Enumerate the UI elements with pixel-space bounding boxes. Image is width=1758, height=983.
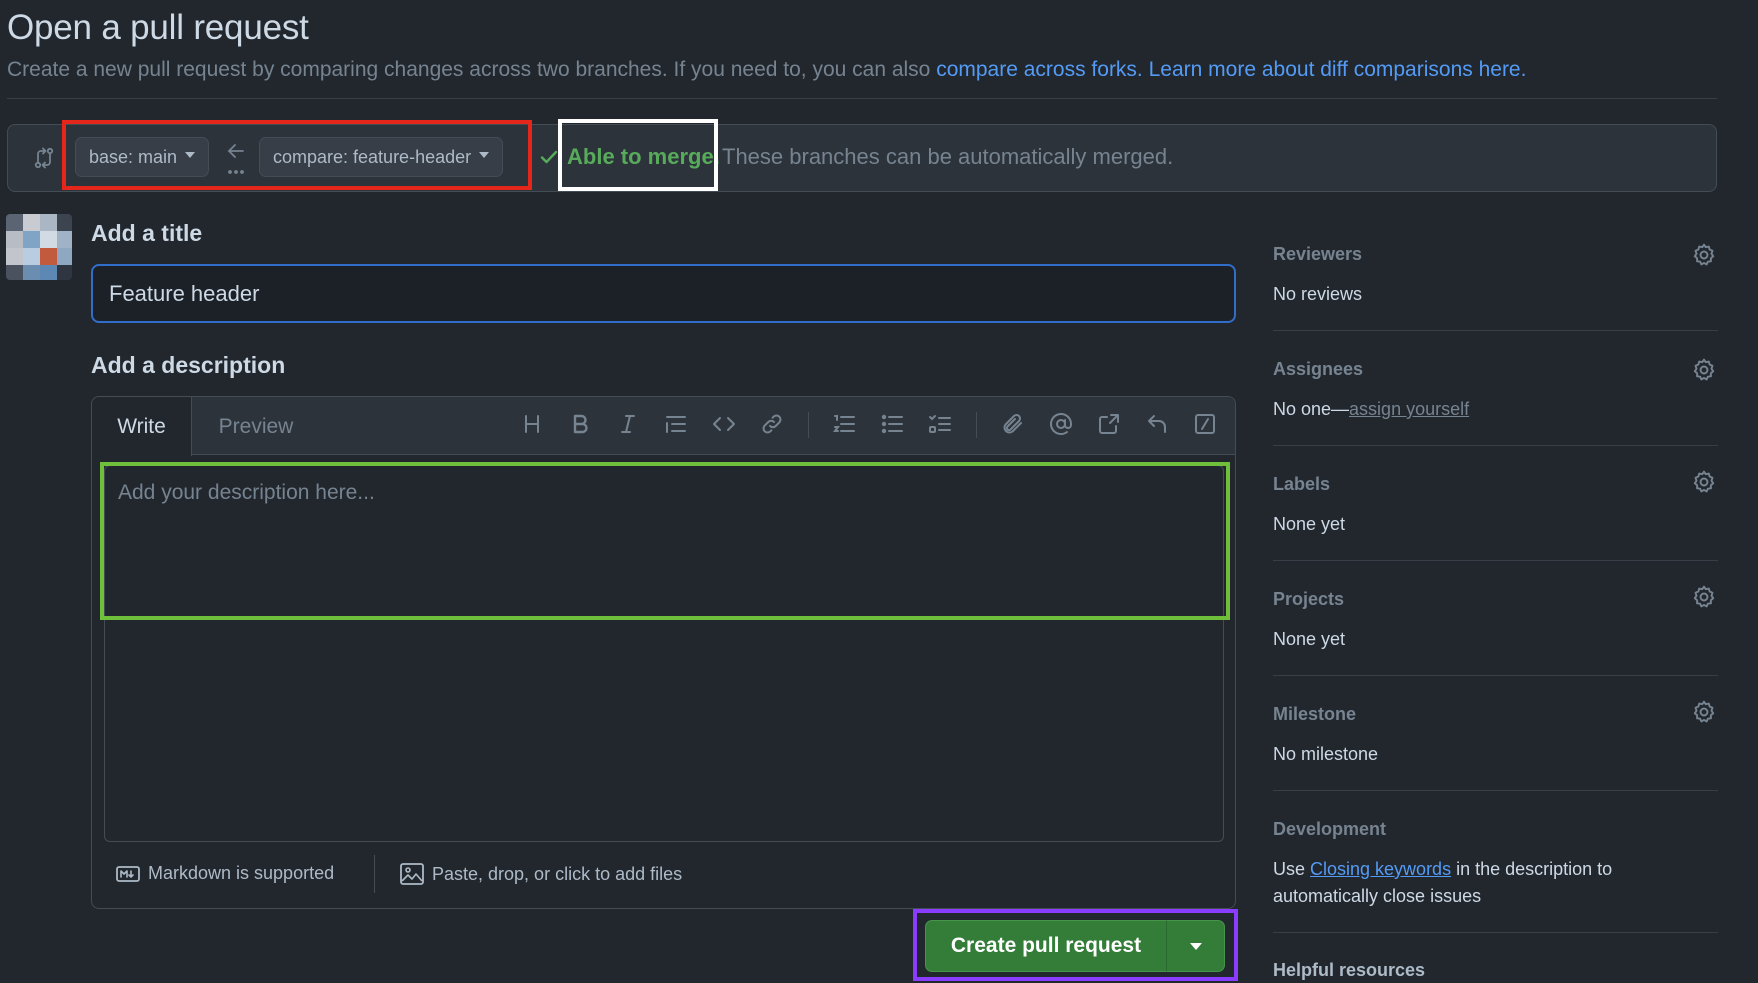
ordered-list-icon[interactable] (832, 412, 856, 436)
learn-more-link[interactable]: Learn more about diff comparisons here. (1149, 58, 1527, 81)
assign-yourself-link[interactable]: assign yourself (1349, 399, 1469, 419)
assignees-prefix: No one— (1273, 399, 1350, 419)
unordered-list-icon[interactable] (880, 412, 904, 436)
sidebar-helpful: Helpful resources (1273, 960, 1718, 981)
gear-icon[interactable] (1691, 357, 1717, 383)
attach-icon[interactable] (1001, 412, 1025, 436)
gear-icon[interactable] (1691, 584, 1717, 610)
title-input[interactable] (91, 264, 1236, 323)
check-icon (540, 150, 558, 164)
highlight-box-create (913, 909, 1238, 981)
reference-icon[interactable] (1097, 412, 1121, 436)
markdown-note-text: Markdown is supported (148, 863, 335, 883)
sidebar-divider (1273, 675, 1718, 676)
divider (7, 98, 1717, 99)
sidebar-divider (1273, 560, 1718, 561)
git-compare-icon (34, 147, 54, 169)
tab-preview[interactable]: Preview (196, 397, 316, 456)
subtitle-text: Create a new pull request by comparing c… (7, 58, 937, 81)
gear-icon[interactable] (1691, 469, 1717, 495)
reviewers-heading: Reviewers (1273, 244, 1363, 264)
helpful-heading: Helpful resources (1273, 960, 1426, 980)
sidebar-milestone: Milestone No milestone (1273, 704, 1718, 768)
sidebar-reviewers: Reviewers No reviews (1273, 244, 1718, 308)
labels-heading: Labels (1273, 474, 1331, 494)
gear-icon[interactable] (1691, 699, 1717, 725)
development-prefix: Use (1273, 859, 1311, 879)
projects-value: None yet (1273, 629, 1346, 649)
mention-icon[interactable] (1049, 412, 1073, 436)
milestone-heading: Milestone (1273, 704, 1357, 724)
highlight-box-merge (558, 119, 718, 191)
link-icon[interactable] (760, 412, 784, 436)
highlight-box-branches (62, 120, 532, 190)
sidebar-projects: Projects None yet (1273, 589, 1718, 653)
reply-icon[interactable] (1145, 412, 1169, 436)
footer-separator (374, 855, 375, 893)
toolbar-separator (808, 412, 809, 438)
heading-icon[interactable] (520, 412, 544, 436)
sidebar-divider (1273, 330, 1718, 331)
italic-icon[interactable] (616, 412, 640, 436)
reviewers-value: No reviews (1273, 284, 1363, 304)
quote-icon[interactable] (664, 412, 688, 436)
add-files-note[interactable]: Paste, drop, or click to add files (400, 863, 682, 885)
sidebar-development: Development Use Closing keywords in the … (1273, 819, 1718, 910)
markdown-note[interactable]: Markdown is supported (116, 863, 334, 884)
add-files-text: Paste, drop, or click to add files (432, 863, 683, 884)
projects-heading: Projects (1273, 589, 1345, 609)
development-heading: Development (1273, 819, 1387, 839)
sidebar-labels: Labels None yet (1273, 474, 1718, 538)
bold-icon[interactable] (568, 412, 592, 436)
image-icon (400, 863, 424, 885)
page-subtitle: Create a new pull request by comparing c… (7, 58, 1526, 82)
tab-write[interactable]: Write (92, 397, 192, 456)
closing-keywords-link[interactable]: Closing keywords (1310, 859, 1451, 879)
task-list-icon[interactable] (928, 412, 952, 436)
sidebar-assignees: Assignees No one—assign yourself (1273, 359, 1718, 423)
merge-message: These branches can be automatically merg… (722, 144, 1174, 169)
highlight-box-description (100, 462, 1230, 620)
toolbar-separator (976, 412, 977, 438)
sidebar-divider (1273, 790, 1718, 791)
sidebar-divider (1273, 445, 1718, 446)
compare-across-forks-link[interactable]: compare across forks. (936, 58, 1143, 81)
avatar (6, 214, 72, 280)
page-title: Open a pull request (7, 8, 309, 47)
milestone-value: No milestone (1273, 744, 1379, 764)
code-icon[interactable] (712, 412, 736, 436)
development-value: Use Closing keywords in the description … (1273, 856, 1673, 910)
title-label: Add a title (91, 220, 203, 246)
slash-command-icon[interactable] (1193, 412, 1217, 436)
description-label: Add a description (91, 352, 286, 378)
labels-value: None yet (1273, 514, 1346, 534)
markdown-icon (116, 865, 140, 882)
sidebar-divider (1273, 932, 1718, 933)
gear-icon[interactable] (1691, 242, 1717, 268)
assignees-value: No one—assign yourself (1273, 396, 1718, 423)
assignees-heading: Assignees (1273, 359, 1364, 379)
